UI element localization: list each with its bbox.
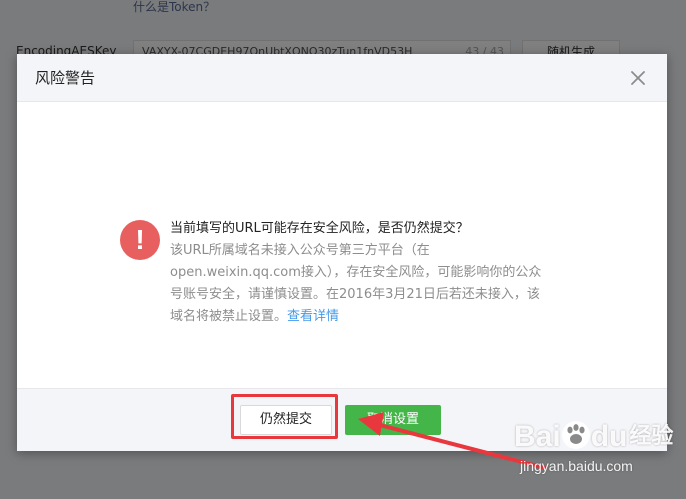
close-icon[interactable] — [629, 69, 647, 87]
warning-message: 当前填写的URL可能存在安全风险，是否仍然提交？ 该URL所属域名未接入公众号第… — [170, 218, 552, 328]
warning-message-desc: 该URL所属域名未接入公众号第三方平台（在open.weixin.qq.com接… — [170, 240, 552, 328]
dialog-title: 风险警告 — [35, 69, 96, 87]
dialog-body: ! 当前填写的URL可能存在安全风险，是否仍然提交？ 该URL所属域名未接入公众… — [17, 102, 667, 388]
view-details-link[interactable]: 查看详情 — [287, 309, 339, 324]
cancel-settings-button[interactable]: 取消设置 — [345, 405, 441, 435]
warning-message-text: 该URL所属域名未接入公众号第三方平台（在open.weixin.qq.com接… — [170, 243, 542, 324]
risk-warning-dialog: 风险警告 ! 当前填写的URL可能存在安全风险，是否仍然提交？ 该URL所属域名… — [17, 54, 667, 451]
token-help-link[interactable]: 什么是Token？ — [133, 0, 215, 14]
warning-message-title: 当前填写的URL可能存在安全风险，是否仍然提交？ — [170, 221, 469, 236]
dialog-header: 风险警告 — [17, 54, 667, 102]
warning-icon: ! — [120, 220, 160, 260]
submit-anyway-button[interactable]: 仍然提交 — [240, 405, 332, 435]
dialog-footer: 仍然提交 取消设置 — [17, 388, 667, 451]
